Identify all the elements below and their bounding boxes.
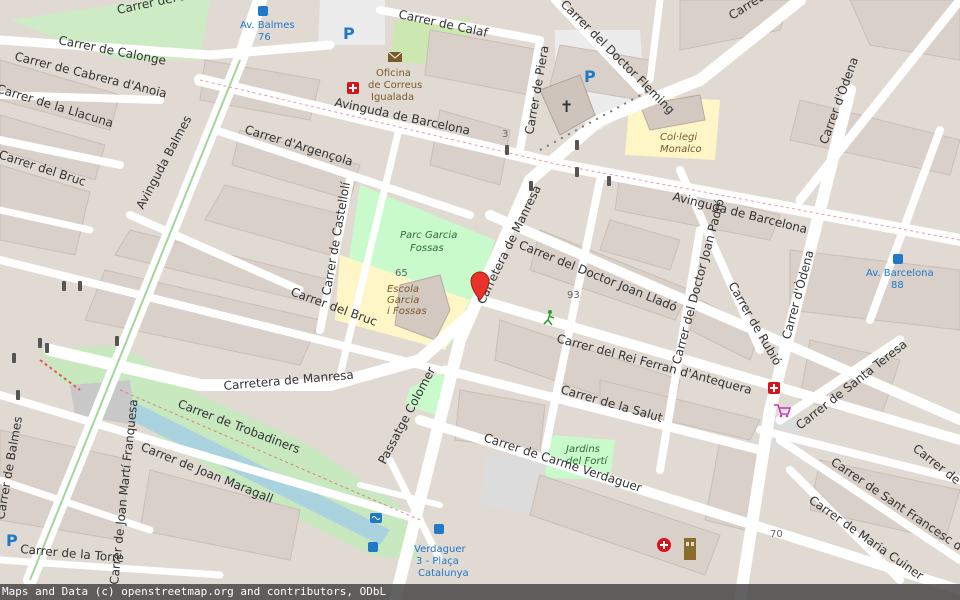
house-number-65: 65 <box>395 268 408 279</box>
pharmacy-icon[interactable] <box>768 382 780 394</box>
park-label-line1: Parc Garcia <box>400 230 457 241</box>
house-number-70: 70 <box>770 529 783 540</box>
post-office-label-line1: Oficina <box>376 68 411 79</box>
fountain-icon[interactable] <box>370 513 382 523</box>
monument-icon[interactable] <box>684 538 696 560</box>
bus-stop-label-line1: Av. Barcelona <box>866 268 934 279</box>
post-office-label-line2: de Correus <box>368 80 422 91</box>
school-label-line3: i Fossas <box>387 306 427 317</box>
bus-stop-label-line3: Catalunya <box>418 568 469 579</box>
jardins-label-line1: Jardins <box>564 444 600 455</box>
map-canvas[interactable]: Carrer de Calonge Carrer de Cabrera d'An… <box>0 0 960 600</box>
parking-icon[interactable]: P <box>584 67 596 86</box>
bus-icon <box>893 254 903 264</box>
bus-stop-label-line1: Av. Balmes <box>240 20 295 31</box>
park-label-line2: Fossas <box>410 243 444 254</box>
post-office-icon[interactable] <box>387 51 403 62</box>
college-label-line1: Col·legi <box>660 132 697 143</box>
pharmacy-icon[interactable] <box>347 82 359 94</box>
bus-icon <box>368 542 378 552</box>
college-label-line2: Monalco <box>660 144 702 155</box>
jardins-label-line2: del Fortí <box>566 455 608 467</box>
school-label-line1: Escola <box>387 284 419 295</box>
post-office-label-line3: Igualada <box>371 92 414 103</box>
bus-icon <box>258 6 268 16</box>
hospital-icon[interactable] <box>657 538 671 552</box>
bus-stop-label-line2: 3 - Plaça <box>416 556 459 567</box>
parking-icon[interactable]: P <box>343 24 355 43</box>
house-number-93: 93 <box>567 290 580 301</box>
bus-icon <box>434 524 444 534</box>
map-view[interactable]: Carrer de Calonge Carrer de Cabrera d'An… <box>0 0 960 600</box>
parking-icon[interactable]: P <box>6 531 18 550</box>
map-attribution: Maps and Data (c) openstreetmap.org and … <box>0 584 960 600</box>
house-number-3: 3 <box>502 129 508 140</box>
bus-stop-label-line2: 88 <box>891 280 904 291</box>
school-label-line2: Garcia <box>387 295 419 306</box>
bus-stop-label-line2: 76 <box>258 32 271 43</box>
church-icon[interactable]: ✝ <box>560 97 573 116</box>
bus-stop-label-line1: Verdaguer <box>414 544 466 555</box>
